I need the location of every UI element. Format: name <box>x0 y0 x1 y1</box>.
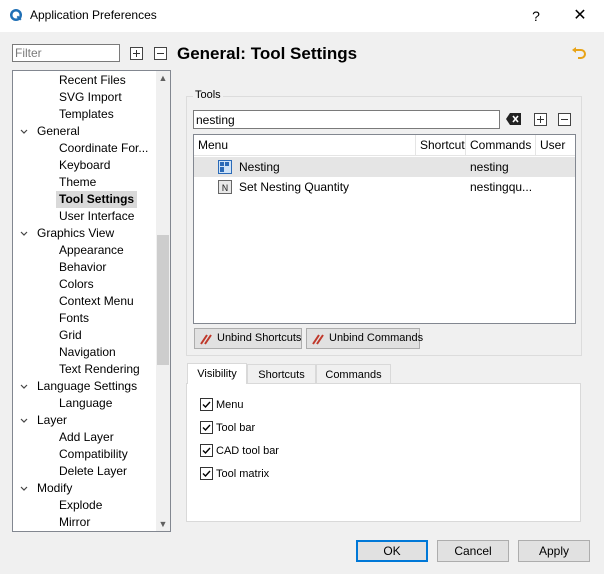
tree-item-modify[interactable]: Modify <box>37 480 72 497</box>
svg-text:N: N <box>222 184 229 194</box>
tree-item-general[interactable]: General <box>37 123 80 140</box>
tree-item-text-rendering[interactable]: Text Rendering <box>56 361 143 378</box>
tree-item-explode[interactable]: Explode <box>56 497 105 514</box>
unbind-icon <box>200 334 212 345</box>
tree-item-language-settings[interactable]: Language Settings <box>37 378 137 395</box>
checkmark-icon <box>202 470 211 478</box>
tree-item-tool-settings[interactable]: Tool Settings <box>56 191 138 208</box>
collapse-icon <box>561 119 568 120</box>
expand-arrow-icon[interactable] <box>19 412 29 429</box>
window-title: Application Preferences <box>30 8 157 22</box>
nesting-quantity-icon: N <box>218 180 232 194</box>
expand-arrow-icon[interactable] <box>19 225 29 242</box>
tree-item-behavior[interactable]: Behavior <box>56 259 109 276</box>
expand-all-icon <box>133 50 140 57</box>
checkbox-label: Tool matrix <box>216 468 270 480</box>
collapse-all-button[interactable] <box>154 47 167 60</box>
tree-item-navigation[interactable]: Navigation <box>56 344 119 361</box>
checkbox[interactable] <box>200 398 213 411</box>
tools-expand-button[interactable] <box>534 113 547 126</box>
tree-item-svg-import[interactable]: SVG Import <box>56 89 125 106</box>
checkbox-label: CAD tool bar <box>216 445 279 457</box>
nesting-icon <box>218 160 232 174</box>
row-commands: nesting <box>470 160 509 174</box>
checkmark-icon <box>202 401 211 409</box>
filter-input[interactable] <box>12 44 120 62</box>
tree-item-user-interface[interactable]: User Interface <box>56 208 137 225</box>
tree-scrollbar[interactable]: ▲ ▼ <box>156 71 170 531</box>
scroll-down-icon[interactable]: ▼ <box>156 517 170 531</box>
tree-item-layer[interactable]: Layer <box>37 412 67 429</box>
unbind-shortcuts-button[interactable]: Unbind Shortcuts <box>194 328 302 349</box>
tree-item-mirror[interactable]: Mirror <box>56 514 93 531</box>
settings-tree[interactable]: Recent Files SVG Import Templates General Co… <box>12 70 171 532</box>
close-button[interactable]: ✕ <box>566 4 594 28</box>
tab-visibility[interactable]: Visibility <box>187 363 247 384</box>
tree-item-delete-layer[interactable]: Delete Layer <box>56 463 130 480</box>
checkbox[interactable] <box>200 421 213 434</box>
unbind-icon <box>312 334 324 345</box>
tab-commands[interactable]: Commands <box>316 364 391 384</box>
ok-button[interactable]: OK <box>356 540 428 562</box>
checkbox[interactable] <box>200 444 213 457</box>
table-row[interactable]: N Set Nesting Quantity nestingqu... <box>194 177 575 197</box>
table-row[interactable]: Nesting nesting <box>194 157 575 177</box>
tree-item-keyboard[interactable]: Keyboard <box>56 157 113 174</box>
app-icon <box>10 9 22 21</box>
expand-arrow-icon[interactable] <box>19 378 29 395</box>
expand-arrow-icon[interactable] <box>19 480 29 497</box>
tree-item-theme[interactable]: Theme <box>56 174 99 191</box>
tree-item-recent-files[interactable]: Recent Files <box>56 72 129 89</box>
expand-all-button[interactable] <box>130 47 143 60</box>
page-title: General: Tool Settings <box>177 44 358 63</box>
tree-item-templates[interactable]: Templates <box>56 106 117 123</box>
tools-group-label: Tools <box>193 89 223 101</box>
checkbox[interactable] <box>200 467 213 480</box>
column-header-shortcut[interactable]: Shortcut <box>416 135 466 156</box>
tree-item-language[interactable]: Language <box>56 395 115 412</box>
unbind-commands-label: Unbind Commands <box>329 332 424 344</box>
tools-table[interactable]: Menu Shortcut Commands User Nesting nest… <box>193 134 576 324</box>
collapse-all-icon <box>157 53 164 54</box>
expand-icon <box>537 116 544 123</box>
expand-arrow-icon[interactable] <box>19 123 29 140</box>
tree-item-colors[interactable]: Colors <box>56 276 97 293</box>
column-header-user[interactable]: User <box>536 135 575 156</box>
tree-item-appearance[interactable]: Appearance <box>56 242 127 259</box>
column-header-commands[interactable]: Commands <box>466 135 536 156</box>
tools-collapse-button[interactable] <box>558 113 571 126</box>
unbind-commands-button[interactable]: Unbind Commands <box>306 328 424 349</box>
tree-item-context-menu[interactable]: Context Menu <box>56 293 137 310</box>
tab-shortcuts[interactable]: Shortcuts <box>247 364 316 384</box>
tree-item-graphics-view[interactable]: Graphics View <box>37 225 114 242</box>
checkmark-icon <box>202 447 211 455</box>
tree-item-grid[interactable]: Grid <box>56 327 85 344</box>
checkbox-label: Tool bar <box>216 422 256 434</box>
column-header-menu[interactable]: Menu <box>194 135 416 156</box>
tree-item-coordinate-for[interactable]: Coordinate For... <box>56 140 151 157</box>
undo-icon[interactable] <box>570 44 588 62</box>
checkmark-icon <box>202 424 211 432</box>
row-menu: Nesting <box>239 160 280 174</box>
scroll-up-icon[interactable]: ▲ <box>156 71 170 85</box>
help-button[interactable]: ? <box>524 4 548 28</box>
scrollbar-thumb[interactable] <box>157 235 169 365</box>
row-commands: nestingqu... <box>470 180 533 194</box>
row-menu: Set Nesting Quantity <box>239 180 350 194</box>
tree-item-add-layer[interactable]: Add Layer <box>56 429 117 446</box>
clear-search-icon[interactable] <box>506 112 522 126</box>
unbind-shortcuts-label: Unbind Shortcuts <box>217 332 302 344</box>
tools-search-input[interactable] <box>193 110 500 129</box>
tree-item-compatibility[interactable]: Compatibility <box>56 446 131 463</box>
tree-item-fonts[interactable]: Fonts <box>56 310 92 327</box>
checkbox-label: Menu <box>216 399 244 411</box>
apply-button[interactable]: Apply <box>518 540 590 562</box>
cancel-button[interactable]: Cancel <box>437 540 509 562</box>
